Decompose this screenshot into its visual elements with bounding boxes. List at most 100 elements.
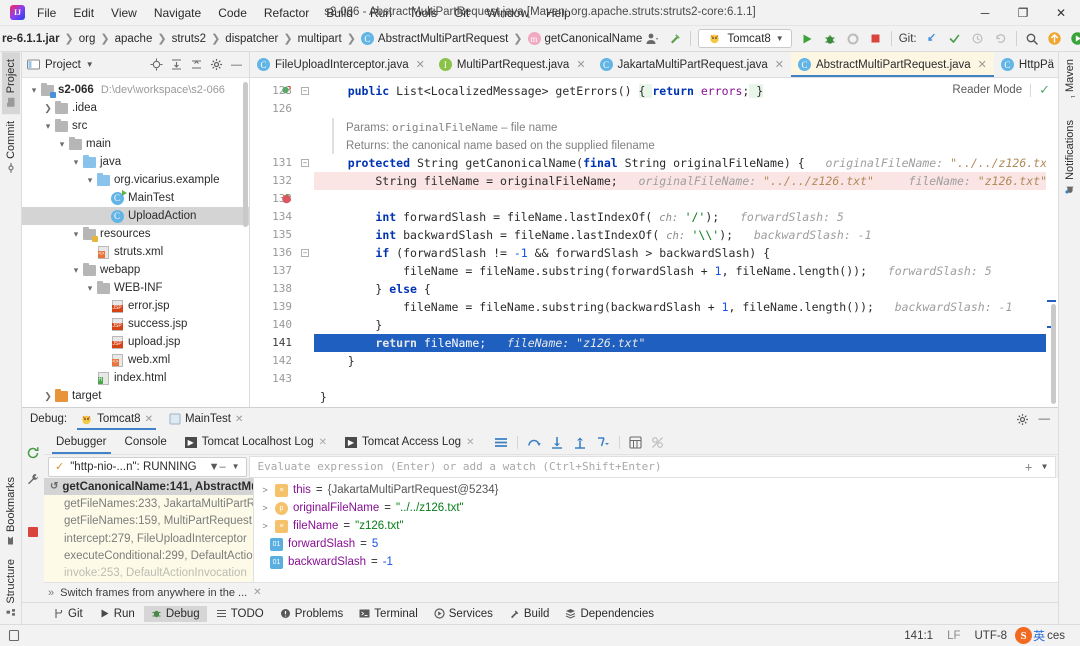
- chevron-down-icon[interactable]: ▾: [42, 121, 54, 132]
- debug-session-tab-maintest[interactable]: MainTest ✕: [166, 408, 246, 430]
- chevron-right-icon[interactable]: >: [260, 521, 270, 531]
- sidebar-item-project[interactable]: Project: [2, 52, 20, 114]
- variables-panel[interactable]: > ≡ this = {JakartaMultiPartRequest@5234…: [254, 478, 1058, 582]
- code-line-current-execution[interactable]: return fileName; fileName: "z126.txt": [314, 334, 1058, 352]
- chevron-down-icon[interactable]: ▾: [84, 283, 96, 294]
- code-line[interactable]: if (forwardSlash != -1 && forwardSlash >…: [314, 244, 1058, 262]
- chevron-right-icon[interactable]: >: [260, 503, 270, 513]
- file-encoding[interactable]: UTF-8: [967, 630, 1014, 642]
- variable-row-forwardslash[interactable]: 01 forwardSlash = 5: [254, 535, 1058, 553]
- sogou-ime-icon[interactable]: S: [1015, 627, 1032, 644]
- line-number-gutter[interactable]: 123 126 131 132 133 134 135 136 137 138: [250, 78, 296, 407]
- settings-wrench-icon[interactable]: [26, 472, 40, 486]
- fold-marker[interactable]: −: [296, 154, 314, 172]
- fold-box-icon[interactable]: −: [301, 249, 309, 257]
- fold-box-icon[interactable]: −: [301, 87, 309, 95]
- coverage-icon[interactable]: [845, 31, 861, 47]
- menu-item-window[interactable]: Window: [484, 4, 531, 22]
- frames-panel[interactable]: ↺ getCanonicalName:141, AbstractMul getF…: [44, 478, 254, 582]
- tree-node-web-xml[interactable]: <> web.xml: [22, 351, 249, 369]
- add-watch-icon[interactable]: +: [1025, 460, 1032, 474]
- code-line[interactable]: [314, 370, 1058, 388]
- minimize-button[interactable]: ─: [966, 0, 1004, 26]
- fold-marker[interactable]: −: [296, 82, 314, 100]
- mute-breakpoints-icon[interactable]: [651, 436, 664, 449]
- editor-tab-fileuploadinterceptor[interactable]: C FileUploadInterceptor.java ✕: [250, 52, 432, 77]
- code-line[interactable]: fileName = fileName.substring(backwardSl…: [314, 298, 1058, 316]
- sidebar-item-structure[interactable]: Structure: [2, 552, 20, 624]
- chevron-right-icon[interactable]: ❯: [42, 103, 54, 114]
- ime-language-indicator[interactable]: 英: [1033, 627, 1045, 644]
- toolwindow-button-problems[interactable]: Problems: [273, 606, 351, 622]
- variable-row-originalfilename[interactable]: > p originalFileName = "../../z126.txt": [254, 499, 1058, 517]
- debug-tab-console[interactable]: Console: [117, 430, 175, 454]
- breadcrumb-item-jar[interactable]: re-6.1.1.jar: [0, 33, 62, 45]
- chevron-down-icon[interactable]: ▾: [84, 175, 96, 186]
- close-icon[interactable]: ✕: [978, 58, 987, 71]
- tree-node-webapp[interactable]: ▾ webapp: [22, 261, 249, 279]
- evaluate-icon[interactable]: [629, 436, 642, 449]
- minimize-icon[interactable]: —: [1039, 413, 1051, 425]
- tree-node-struts-xml[interactable]: <> struts.xml: [22, 243, 249, 261]
- evaluate-expression-input[interactable]: Evaluate expression (Enter) or add a wat…: [249, 456, 1056, 478]
- upload-icon[interactable]: [1047, 31, 1063, 47]
- code-line[interactable]: }: [314, 388, 1058, 406]
- close-icon[interactable]: ✕: [253, 587, 261, 598]
- tree-node-maintest[interactable]: C MainTest: [22, 189, 249, 207]
- run-configuration-selector[interactable]: Tomcat8 ▼: [698, 29, 791, 48]
- event-log-icon[interactable]: [8, 629, 21, 642]
- stop-red-icon[interactable]: [27, 526, 39, 538]
- tree-node-package[interactable]: ▾ org.vicarius.example: [22, 171, 249, 189]
- code-line[interactable]: public List<LocalizedMessage> getErrors(…: [314, 82, 1058, 100]
- chevron-right-icon[interactable]: ❯: [42, 391, 54, 402]
- main-menu[interactable]: File Edit View Navigate Code Refactor Bu…: [35, 4, 573, 22]
- reader-mode-indicator[interactable]: Reader Mode ✓: [952, 82, 1050, 98]
- git-commit-icon[interactable]: [947, 31, 963, 47]
- thread-selector[interactable]: ✓ "http-nio-...n": RUNNING ▼– ▼: [48, 457, 247, 477]
- tree-node-upload-jsp[interactable]: JSP upload.jsp: [22, 333, 249, 351]
- editor-tab-jakartamultipartrequest[interactable]: C JakartaMultiPartRequest.java ✕: [593, 52, 791, 77]
- toolwindow-button-dependencies[interactable]: Dependencies: [558, 606, 661, 622]
- filter-icon[interactable]: ▼–: [209, 461, 226, 473]
- code-line[interactable]: [314, 100, 1058, 118]
- tree-node-success-jsp[interactable]: JSP success.jsp: [22, 315, 249, 333]
- git-rollback-icon[interactable]: [993, 31, 1009, 47]
- breadcrumb-item-dispatcher[interactable]: dispatcher: [223, 33, 280, 45]
- run-to-cursor-icon[interactable]: [596, 436, 610, 449]
- frame-row[interactable]: invoke:253, DefaultActionInvocation: [44, 565, 253, 582]
- build-hammer-icon[interactable]: [667, 31, 683, 47]
- tree-node-idea[interactable]: ❯ .idea: [22, 99, 249, 117]
- chevron-down-icon[interactable]: ▾: [70, 157, 82, 168]
- tree-node-src[interactable]: ▾ src: [22, 117, 249, 135]
- step-out-icon[interactable]: [573, 436, 587, 449]
- debug-icon[interactable]: [822, 31, 838, 47]
- breadcrumb-item-class[interactable]: C AbstractMultiPartRequest: [359, 32, 510, 45]
- menu-item-refactor[interactable]: Refactor: [262, 4, 311, 22]
- close-icon[interactable]: ✕: [235, 414, 243, 425]
- toolwindow-button-todo[interactable]: TODO: [209, 606, 271, 622]
- chevron-down-icon[interactable]: ▾: [70, 229, 82, 240]
- step-into-icon[interactable]: [550, 436, 564, 449]
- project-tree[interactable]: ▾ s2-066 D:\dev\workspace\s2-066 ❯ .idea…: [22, 78, 249, 407]
- menu-item-build[interactable]: Build: [324, 4, 355, 22]
- frame-row[interactable]: getFileNames:159, MultiPartRequest: [44, 513, 253, 530]
- tree-node-main[interactable]: ▾ main: [22, 135, 249, 153]
- run-icon[interactable]: [799, 31, 815, 47]
- close-icon[interactable]: ✕: [466, 437, 474, 448]
- code-editor[interactable]: Reader Mode ✓ 123 126 131 132 133: [250, 78, 1058, 407]
- git-history-icon[interactable]: [970, 31, 986, 47]
- breakpoint-icon[interactable]: [281, 193, 290, 202]
- fold-box-icon[interactable]: −: [301, 159, 309, 167]
- layout-icon[interactable]: [494, 436, 508, 449]
- menu-item-run[interactable]: Run: [368, 4, 394, 22]
- breadcrumb-item-org[interactable]: org: [77, 33, 98, 45]
- close-icon[interactable]: ✕: [145, 414, 153, 425]
- close-icon[interactable]: ✕: [319, 437, 327, 448]
- sidebar-item-bookmarks[interactable]: Bookmarks: [2, 470, 20, 552]
- rerun-icon[interactable]: [26, 446, 40, 460]
- editor-vertical-scrollbar[interactable]: [1051, 304, 1056, 404]
- code-line[interactable]: String fileName = originalFileName; orig…: [314, 172, 1058, 190]
- tree-node-resources[interactable]: ▾ resources: [22, 225, 249, 243]
- sidebar-item-maven[interactable]: m Maven: [1061, 52, 1079, 113]
- chevron-down-icon[interactable]: ▼: [86, 60, 94, 69]
